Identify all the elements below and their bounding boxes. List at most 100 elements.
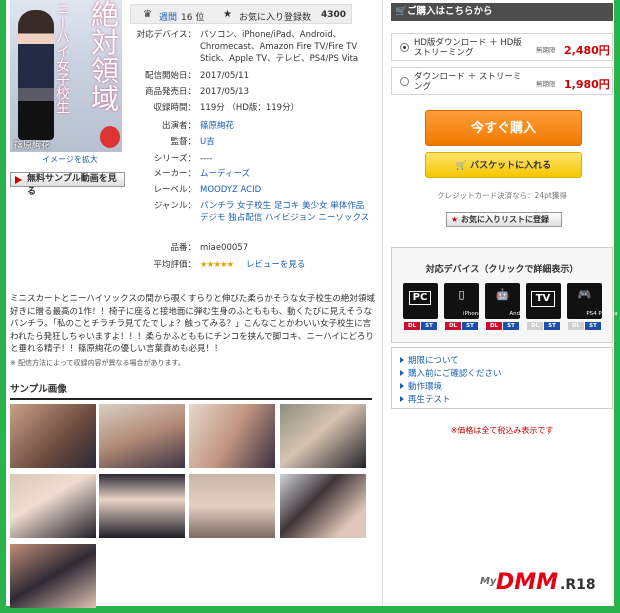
weekly-rank-value: 16 位 xyxy=(181,13,205,23)
crown-icon: ♛ xyxy=(143,9,152,20)
cover-actress: 篠原絢花 xyxy=(14,141,51,151)
cover-subtitle: ニーハイ女子校生 xyxy=(54,2,70,114)
option-price: 2,480円 xyxy=(564,44,610,57)
sample-thumbnail[interactable] xyxy=(189,474,275,538)
fav-count-value: 4300 xyxy=(321,10,347,20)
genre-links[interactable]: パンチラ 女子校生 足コキ 美少女 単体作品 デジモ 独占配信 ハイビジョン ニ… xyxy=(200,200,372,224)
device-iphone[interactable]: ▯ iPhone/iPad xyxy=(444,283,495,319)
rating-stars: ★★★★★ xyxy=(200,260,234,270)
weekly-rank-link[interactable]: 週間 xyxy=(159,10,177,23)
detail-value: miae00057 xyxy=(200,243,249,253)
add-favorite-button[interactable]: ★ お気に入りリストに登録 xyxy=(446,212,562,227)
dl-tag-off: DL xyxy=(568,322,584,330)
director-link[interactable]: U吉 xyxy=(200,136,372,148)
tax-note: ※価格は全て税込み表示です xyxy=(450,426,554,435)
detail-key: 出演者： xyxy=(161,121,196,131)
cover-badge xyxy=(100,126,120,148)
help-link-confirm[interactable]: 購入前にご確認ください xyxy=(399,367,501,379)
device-title[interactable]: 対応デバイス（クリックで詳細表示） xyxy=(391,262,613,275)
device-name: PS4 PS Vita xyxy=(586,311,618,317)
purchase-header-label: ご購入はこちらから xyxy=(407,6,493,17)
add-to-cart-label: バスケットに入れる xyxy=(470,161,552,171)
detail-key: レーベル： xyxy=(153,185,196,195)
sample-thumbnail[interactable] xyxy=(99,474,185,538)
help-link-period[interactable]: 期限について xyxy=(400,354,459,366)
sample-heading: サンプル画像 xyxy=(10,381,372,400)
help-link-playtest[interactable]: 再生テスト xyxy=(400,393,451,405)
dl-tag: DL xyxy=(486,322,502,330)
st-tag: ST xyxy=(585,322,601,330)
fav-count-label: お気に入り登録数 xyxy=(239,13,312,23)
rating-value: ★★★★★ レビューを見る xyxy=(200,259,372,271)
detail-key: 対応デバイス： xyxy=(136,30,196,40)
help-link-environment[interactable]: 動作環境 xyxy=(399,380,442,392)
detail-value: 119分 （HD版：119分） xyxy=(200,103,300,113)
maker-link[interactable]: ムーディーズ xyxy=(200,168,372,180)
option-period: 無期限 xyxy=(536,46,556,54)
gamepad-icon: 🎮 xyxy=(577,288,592,301)
detail-key: メーカー： xyxy=(153,169,196,179)
detail-key: 商品発売日： xyxy=(144,87,196,97)
option-price: 1,980円 xyxy=(564,78,610,91)
star-icon: ★ xyxy=(223,9,232,20)
zoom-link[interactable]: イメージを拡大 xyxy=(42,154,98,165)
description: ミニスカートとニーハイソックスの間から覗くすらりと伸びた柔らかそうな女子校生の絶… xyxy=(10,294,375,354)
play-icon xyxy=(15,176,22,184)
sample-thumbnail[interactable] xyxy=(10,544,96,608)
logo-my: My xyxy=(480,576,497,587)
detail-key: 品番： xyxy=(170,243,196,253)
cart-icon: 🛒 xyxy=(455,161,471,171)
rank-bar: ♛ 週間 16 位 ★ お気に入り登録数 4300 xyxy=(130,4,352,24)
buy-now-button[interactable]: 今すぐ購入 xyxy=(425,110,582,146)
detail-key: ジャンル： xyxy=(153,201,196,211)
detail-value: パソコン、iPhone/iPad、Android、Chromecast、Amaz… xyxy=(200,30,359,64)
cover-image[interactable]: ニーハイ女子校生 絶対領域 篠原絢花 xyxy=(10,0,122,152)
dmm-logo: My DMM .R18 xyxy=(480,570,610,598)
credit-points-note: クレジットカード決済なら：24pt獲得 xyxy=(437,191,567,200)
logo-r18: .R18 xyxy=(560,577,596,593)
logo-dmm: DMM xyxy=(496,570,559,595)
dl-tag: DL xyxy=(445,322,461,330)
device-pc[interactable]: PC xyxy=(403,283,438,319)
actress-link[interactable]: 篠原絢花 xyxy=(200,120,372,132)
detail-value: ---- xyxy=(200,154,213,164)
device-android[interactable]: 🤖 Android xyxy=(485,283,531,319)
cover-title: 絶対領域 xyxy=(87,0,120,112)
st-tag: ST xyxy=(421,322,437,330)
detail-key: シリーズ： xyxy=(153,154,196,164)
pc-icon: PC xyxy=(409,291,431,305)
detail-value: 2017/05/13 xyxy=(200,87,249,97)
review-link[interactable]: レビューを見る xyxy=(246,260,306,270)
sample-thumbnail[interactable] xyxy=(280,404,366,468)
detail-key: 配信開始日： xyxy=(144,71,196,81)
detail-key: 平均評価： xyxy=(153,260,196,270)
detail-key: 監督： xyxy=(170,137,196,147)
purchase-option-sd[interactable]: ダウンロード ＋ ストリーミング 無期限 1,980円 xyxy=(391,67,613,95)
st-tag: ST xyxy=(462,322,478,330)
sample-thumbnail[interactable] xyxy=(10,474,96,538)
device-ps[interactable]: 🎮 PS4 PS Vita xyxy=(567,283,618,319)
option-label: ダウンロード ＋ ストリーミング xyxy=(414,72,522,92)
radio-sd[interactable] xyxy=(400,77,409,86)
cart-icon: 🛒 xyxy=(395,6,407,17)
phone-icon: ▯ xyxy=(458,288,465,301)
dl-tag-off: DL xyxy=(527,322,543,330)
sample-video-button[interactable]: 無料サンプル動画を見る xyxy=(10,172,125,197)
sample-thumbnail[interactable] xyxy=(10,404,96,468)
sample-thumbnail[interactable] xyxy=(280,474,366,538)
purchase-option-hd[interactable]: HD版ダウンロード ＋ HD版ストリーミング 無期限 2,480円 xyxy=(391,33,613,61)
device-tv[interactable]: TV xyxy=(526,283,561,319)
radio-hd[interactable] xyxy=(400,43,409,52)
purchase-header: 🛒 ご購入はこちらから xyxy=(391,3,613,21)
column-divider xyxy=(382,0,383,606)
label-link[interactable]: MOODYZ ACID xyxy=(200,184,372,196)
option-label: HD版ダウンロード ＋ HD版ストリーミング xyxy=(414,38,522,58)
dl-tag: DL xyxy=(404,322,420,330)
add-to-cart-button[interactable]: 🛒 バスケットに入れる xyxy=(425,152,582,178)
detail-key: 収録時間： xyxy=(153,103,196,113)
st-tag: ST xyxy=(544,322,560,330)
sample-thumbnail[interactable] xyxy=(189,404,275,468)
sample-thumbnail[interactable] xyxy=(99,404,185,468)
add-favorite-label: お気に入りリストに登録 xyxy=(461,215,549,224)
option-period: 無期限 xyxy=(536,80,556,88)
